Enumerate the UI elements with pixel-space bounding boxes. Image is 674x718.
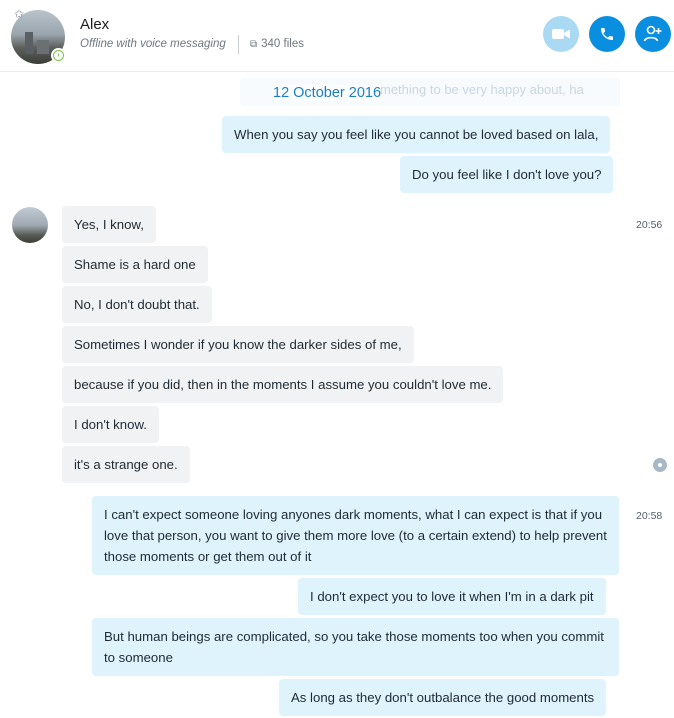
add-people-button[interactable] (635, 16, 671, 52)
phone-icon (601, 28, 613, 40)
star-icon[interactable]: ✩ (14, 8, 24, 20)
incoming-message[interactable]: Shame is a hard one (62, 246, 208, 283)
incoming-message[interactable]: Sometimes I wonder if you know the darke… (62, 326, 414, 363)
previous-message-text: mething to be very happy about, ha (380, 82, 584, 97)
incoming-message[interactable]: Yes, I know, (62, 206, 156, 243)
files-count: 340 files (261, 38, 304, 50)
outgoing-message[interactable]: Do you feel like I don't love you? (400, 156, 614, 193)
outgoing-message[interactable]: But human beings are complicated, so you… (92, 618, 619, 676)
header-divider (238, 35, 239, 54)
outgoing-message[interactable]: As long as they don't outbalance the goo… (279, 679, 607, 716)
incoming-message[interactable]: because if you did, then in the moments … (62, 366, 504, 403)
sender-avatar[interactable] (12, 207, 48, 243)
forwarding-presence-icon: › (51, 48, 66, 63)
incoming-message[interactable]: I don't know. (62, 406, 159, 443)
conversation-header: ✩ › Alex Offline with voice messaging ⧉ 3… (0, 0, 674, 72)
read-receipt-icon (653, 458, 667, 472)
contact-avatar[interactable]: ✩ › (11, 8, 66, 64)
files-icon: ⧉ (250, 39, 258, 50)
contact-name[interactable]: Alex (80, 16, 109, 33)
shared-files-link[interactable]: ⧉ 340 files (250, 38, 304, 50)
outgoing-message[interactable]: When you say you feel like you cannot be… (222, 116, 611, 153)
incoming-message[interactable]: it's a strange one. (62, 446, 190, 483)
outgoing-message[interactable]: I don't expect you to love it when I'm i… (298, 578, 606, 615)
message-timestamp: 20:56 (636, 219, 663, 231)
video-call-icon (552, 29, 570, 39)
add-people-icon (643, 25, 662, 42)
message-timestamp: 20:58 (636, 510, 663, 522)
date-separator: 12 October 2016 (273, 85, 382, 101)
video-call-button[interactable] (543, 16, 579, 52)
contact-status: Offline with voice messaging (80, 38, 226, 50)
incoming-message[interactable]: No, I don't doubt that. (62, 286, 212, 323)
outgoing-message[interactable]: I can't expect someone loving anyones da… (92, 496, 619, 575)
audio-call-button[interactable] (589, 16, 625, 52)
